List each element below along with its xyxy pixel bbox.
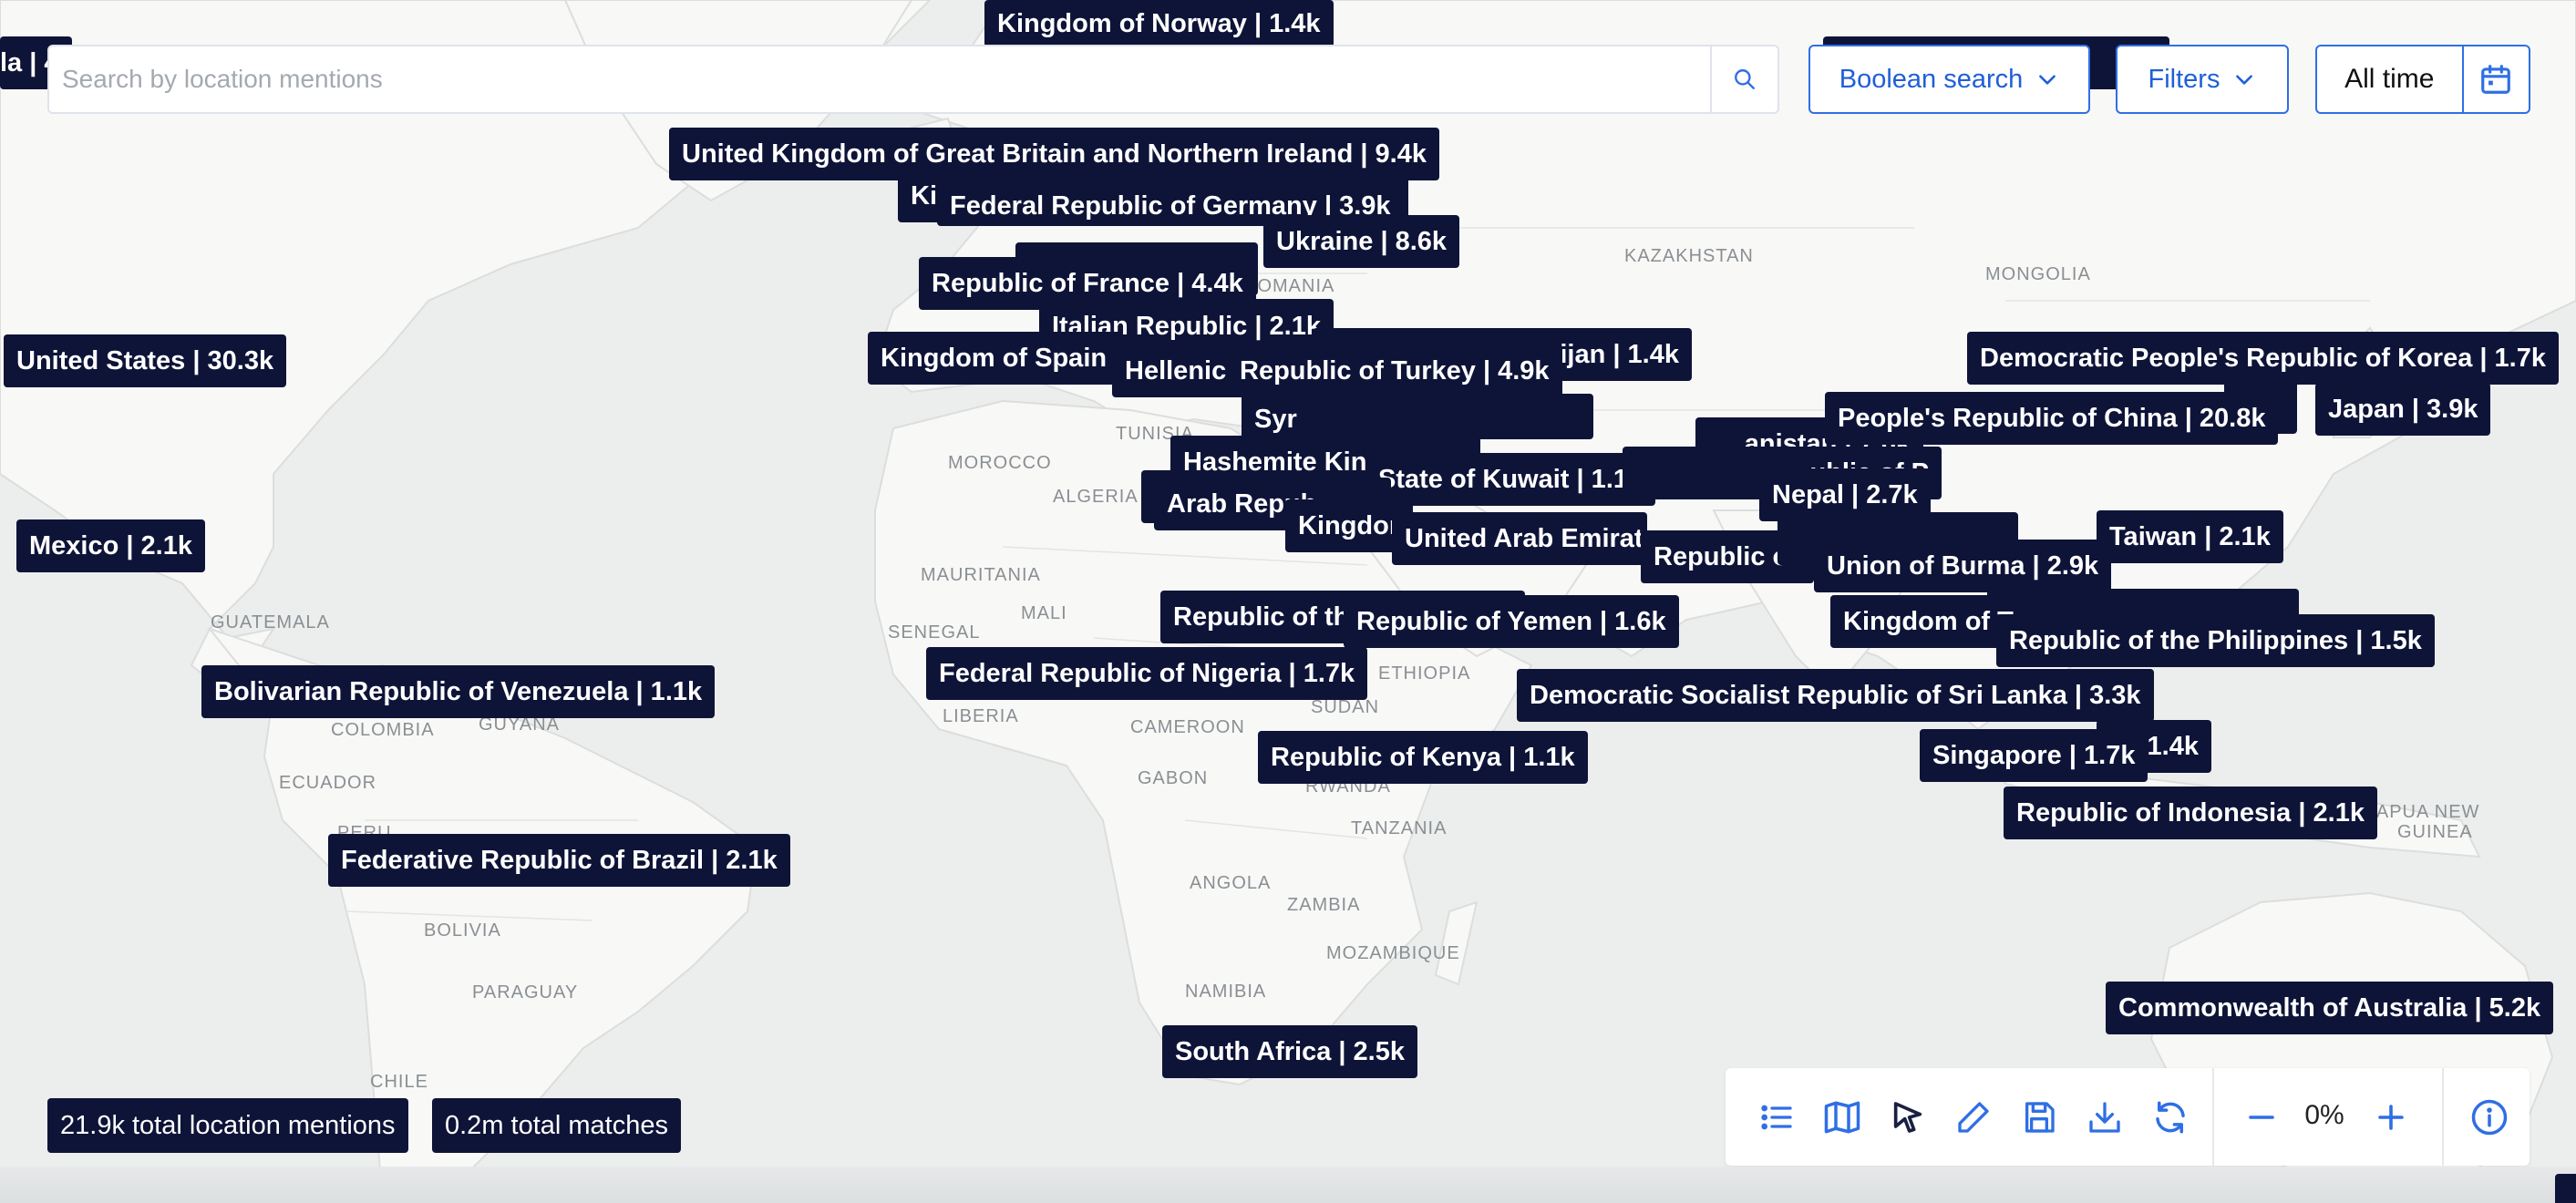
download-button[interactable] bbox=[2079, 1092, 2130, 1143]
corner-marker bbox=[2555, 1174, 2576, 1203]
save-button[interactable] bbox=[2014, 1092, 2065, 1143]
geo-label: MONGOLIA bbox=[1985, 264, 2091, 284]
location-label[interactable]: Republic of the Philippines | 1.5k bbox=[1996, 614, 2435, 667]
map-toolbar bbox=[1726, 1068, 2530, 1166]
location-label[interactable]: Kingdom of Spain | bbox=[868, 332, 1123, 385]
time-range-label[interactable]: All time bbox=[2317, 46, 2462, 112]
location-label[interactable]: Federal Republic of Nigeria | 1.7k bbox=[926, 647, 1368, 700]
location-label[interactable]: Mexico | 2.1k bbox=[16, 519, 205, 572]
info-button[interactable] bbox=[2464, 1092, 2515, 1143]
geo-label: GABON bbox=[1138, 768, 1209, 788]
geo-label: PARAGUAY bbox=[472, 982, 579, 1002]
geo-label: LIBERIA bbox=[943, 706, 1019, 726]
select-tool-button[interactable] bbox=[1882, 1092, 1933, 1143]
geo-label: CAMEROON bbox=[1130, 717, 1245, 737]
list-icon bbox=[1761, 1105, 1792, 1130]
search-input[interactable] bbox=[49, 46, 1716, 112]
geo-label: ALGERIA bbox=[1053, 487, 1139, 507]
location-label[interactable]: State of Kuwait | 1.1k bbox=[1365, 453, 1655, 506]
map-view-button[interactable] bbox=[1817, 1092, 1868, 1143]
save-icon bbox=[2025, 1102, 2055, 1133]
geo-label: COLOMBIA bbox=[331, 720, 435, 740]
geo-label: CHILE bbox=[370, 1072, 428, 1092]
location-label[interactable]: South Africa | 2.5k bbox=[1162, 1025, 1417, 1078]
location-label[interactable]: Republic of Kenya | 1.1k bbox=[1258, 731, 1588, 784]
geo-label: SENEGAL bbox=[888, 622, 981, 643]
location-label[interactable]: United States | 30.3k bbox=[4, 334, 287, 387]
location-label[interactable]: Singapore | 1.7k bbox=[1920, 729, 2148, 782]
location-label[interactable]: Taiwan | 2.1k bbox=[2097, 510, 2283, 563]
boolean-search-label: Boolean search bbox=[1839, 64, 2024, 94]
location-label[interactable]: Republic of Indonesia | 2.1k bbox=[2004, 787, 2377, 839]
zoom-level: 0% bbox=[2304, 1100, 2344, 1130]
location-label[interactable]: United Kingdom of Great Britain and Nort… bbox=[669, 128, 1439, 180]
download-icon bbox=[2089, 1102, 2120, 1133]
bottom-edge bbox=[0, 1167, 2576, 1203]
geo-label: TANZANIA bbox=[1351, 818, 1448, 838]
geo-label: PAPUA NEW bbox=[2365, 802, 2480, 822]
calendar-icon bbox=[2481, 65, 2511, 94]
location-label[interactable]: Democratic People's Republic of Korea | … bbox=[1967, 332, 2559, 385]
zoom-out-button[interactable] bbox=[2236, 1092, 2287, 1143]
time-range-picker: All time bbox=[2315, 45, 2530, 114]
list-view-button[interactable] bbox=[1751, 1092, 1802, 1143]
toolbar-divider bbox=[2212, 1068, 2214, 1166]
toolbar-divider bbox=[2442, 1068, 2444, 1166]
geo-label: GUINEA bbox=[2397, 822, 2473, 842]
location-label[interactable]: Syr bbox=[1242, 394, 1593, 439]
zoom-in-button[interactable] bbox=[2365, 1092, 2416, 1143]
location-label[interactable]: Union of Burma | 2.9k bbox=[1814, 540, 2112, 592]
minus-icon bbox=[2249, 1116, 2274, 1119]
geo-label: KAZAKHSTAN bbox=[1624, 246, 1754, 266]
geo-label: ZAMBIA bbox=[1287, 895, 1361, 915]
info-icon bbox=[2471, 1099, 2508, 1136]
search-button[interactable] bbox=[1710, 46, 1777, 112]
total-matches: 0.2m total matches bbox=[432, 1098, 681, 1153]
geo-label: ANGOLA bbox=[1190, 873, 1272, 893]
total-location-mentions: 21.9k total location mentions bbox=[47, 1098, 408, 1153]
location-label[interactable]: United Arab Emirat bbox=[1392, 512, 1647, 565]
location-label[interactable]: People's Republic of China | 20.8k bbox=[1825, 392, 2279, 445]
search-bar bbox=[47, 45, 1779, 114]
geo-label: MOZAMBIQUE bbox=[1326, 943, 1460, 963]
plus-icon bbox=[2378, 1105, 2404, 1130]
chevron-down-icon bbox=[2236, 75, 2253, 85]
location-label[interactable]: Federative Republic of Brazil | 2.1k bbox=[328, 834, 790, 887]
refresh-button[interactable] bbox=[2145, 1092, 2196, 1143]
cursor-icon bbox=[1893, 1102, 1922, 1133]
location-label[interactable]: Kingdom of Norway | 1.4k bbox=[984, 0, 1334, 47]
geo-label: MAURITANIA bbox=[921, 565, 1041, 585]
location-label[interactable]: Ukraine | 8.6k bbox=[1263, 215, 1460, 268]
geo-label: ETHIOPIA bbox=[1378, 663, 1471, 684]
location-label[interactable]: Japan | 3.9k bbox=[2315, 383, 2491, 436]
calendar-button[interactable] bbox=[2461, 46, 2529, 112]
location-label[interactable]: Democratic Socialist Republic of Sri Lan… bbox=[1517, 669, 2154, 722]
location-label[interactable]: Commonwealth of Australia | 5.2k bbox=[2106, 982, 2554, 1034]
filters-button[interactable]: Filters bbox=[2116, 45, 2289, 114]
map-icon bbox=[1824, 1101, 1860, 1134]
location-label[interactable]: Republic of Turkey | 4.9k bbox=[1227, 344, 1562, 397]
geo-label: GUATEMALA bbox=[211, 612, 330, 632]
search-icon bbox=[1735, 69, 1755, 89]
geo-label: BOLIVIA bbox=[424, 920, 501, 941]
location-label[interactable]: Bolivarian Republic of Venezuela | 1.1k bbox=[201, 665, 716, 718]
geo-label: SUDAN bbox=[1311, 697, 1380, 717]
refresh-icon bbox=[2156, 1101, 2185, 1134]
chevron-down-icon bbox=[2039, 75, 2056, 85]
geo-label: ECUADOR bbox=[279, 773, 377, 793]
geo-label: MOROCCO bbox=[948, 453, 1052, 473]
location-label[interactable]: Republic of Yemen | 1.6k bbox=[1344, 595, 1679, 648]
boolean-search-button[interactable]: Boolean search bbox=[1808, 45, 2090, 114]
draw-tool-button[interactable] bbox=[1948, 1092, 1999, 1143]
pencil-icon bbox=[1958, 1102, 1989, 1133]
filters-label: Filters bbox=[2148, 64, 2221, 94]
geo-label: NAMIBIA bbox=[1185, 982, 1267, 1002]
geo-label: MALI bbox=[1021, 603, 1067, 623]
